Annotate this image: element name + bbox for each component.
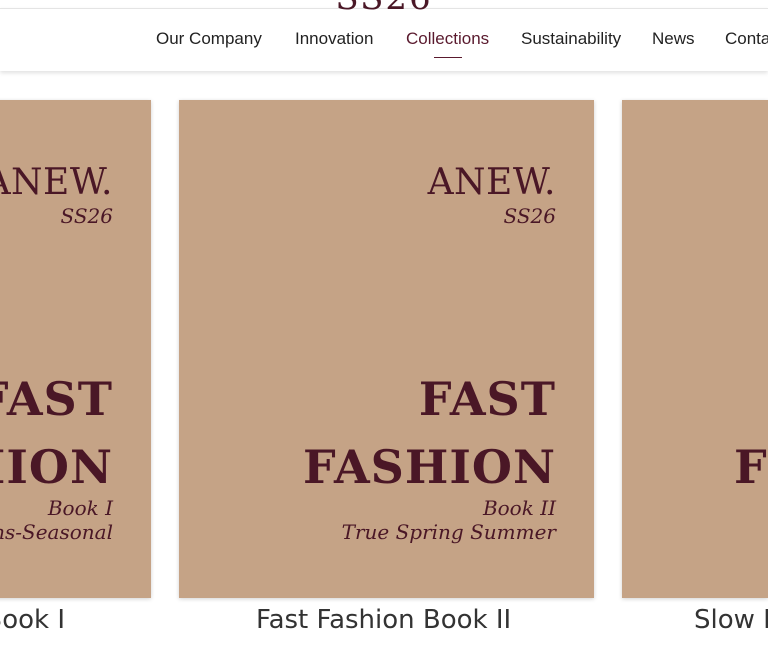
nav-item-sustainability[interactable]: Sustainability (521, 29, 621, 49)
card-subtitle: True Spring Summer (341, 520, 556, 544)
card-season: SS26 (60, 204, 114, 228)
card-book-label: Book II (482, 496, 556, 520)
card-brand: ANEW. (427, 162, 556, 203)
card-brand: ANEW. (0, 162, 113, 203)
card-title-partial: F (734, 440, 768, 494)
nav-item-contact[interactable]: Conta (725, 29, 768, 49)
card-title-line2: FASHION (0, 440, 113, 494)
nav-item-news[interactable]: News (652, 29, 695, 49)
collection-card-slow-fashion[interactable]: F (622, 100, 768, 598)
collection-card-book-2[interactable]: ANEW. SS26 FAST FASHION Book II True Spr… (179, 100, 594, 598)
card-caption-book-2[interactable]: Fast Fashion Book II (256, 605, 511, 635)
card-title-line1: FAST (418, 372, 556, 426)
nav-active-underline (434, 57, 462, 58)
card-title-line2: FASHION (303, 440, 556, 494)
site-logo[interactable]: SS26 (0, 0, 768, 18)
card-caption-book-1[interactable]: Fast Fashion Book I (0, 605, 65, 635)
nav-item-our-company[interactable]: Our Company (156, 29, 262, 49)
nav-item-collections[interactable]: Collections (406, 29, 489, 49)
page: SS26 Our Company Innovation Collections … (0, 0, 768, 661)
card-season: SS26 (503, 204, 557, 228)
card-subtitle: Trans-Seasonal (0, 520, 113, 544)
nav-item-innovation[interactable]: Innovation (295, 29, 373, 49)
card-book-label: Book I (47, 496, 113, 520)
collection-card-book-1[interactable]: ANEW. SS26 FAST FASHION Book I Trans-Sea… (0, 100, 151, 598)
card-caption-slow-fashion[interactable]: Slow F (694, 605, 768, 635)
card-title-line1: FAST (0, 372, 113, 426)
